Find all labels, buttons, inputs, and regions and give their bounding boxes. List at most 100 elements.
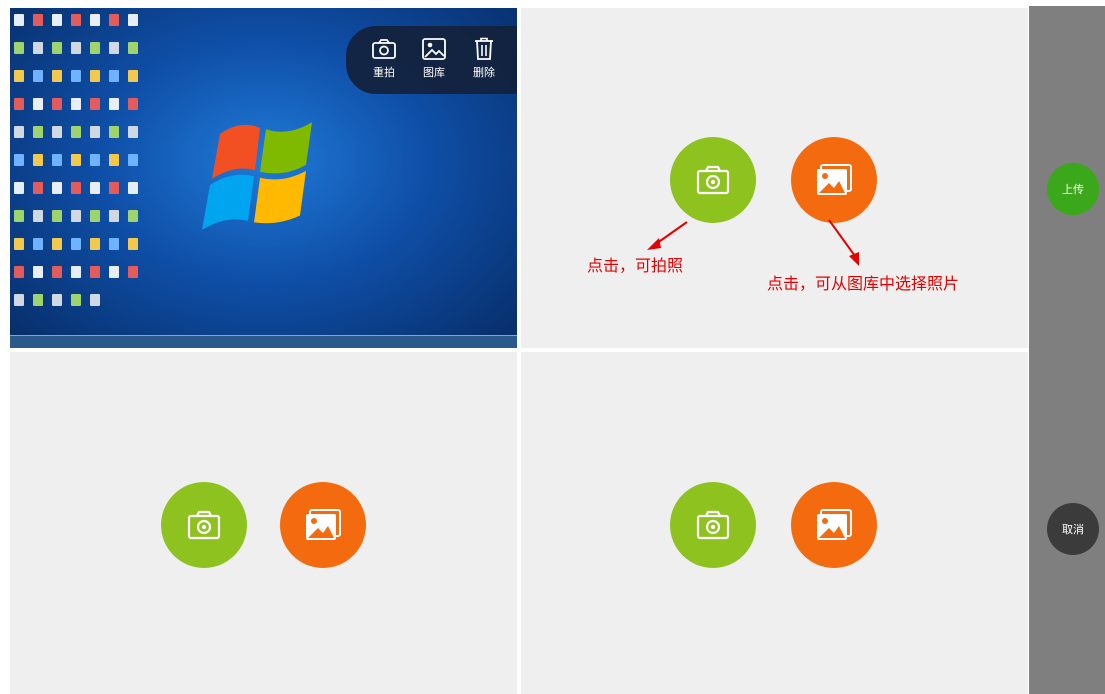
desktop-icon bbox=[109, 98, 119, 110]
desktop-icon bbox=[109, 238, 119, 250]
desktop-icon bbox=[33, 182, 43, 194]
desktop-icon bbox=[90, 266, 100, 278]
choose-from-gallery-button[interactable] bbox=[791, 482, 877, 568]
desktop-icon bbox=[128, 154, 138, 166]
desktop-icon bbox=[128, 210, 138, 222]
desktop-icon bbox=[71, 98, 81, 110]
desktop-icon bbox=[90, 14, 100, 26]
take-photo-button[interactable] bbox=[670, 137, 756, 223]
upload-button[interactable]: 上传 bbox=[1047, 163, 1099, 215]
desktop-icon bbox=[71, 210, 81, 222]
desktop-icon bbox=[33, 266, 43, 278]
desktop-icon bbox=[109, 14, 119, 26]
desktop-icon bbox=[128, 266, 138, 278]
photo-slot-3 bbox=[10, 352, 517, 694]
desktop-icon bbox=[52, 126, 62, 138]
desktop-icon bbox=[109, 266, 119, 278]
image-outline-icon bbox=[422, 38, 446, 60]
desktop-icon bbox=[128, 14, 138, 26]
image-icon bbox=[817, 164, 852, 195]
desktop-icon bbox=[33, 210, 43, 222]
desktop-icon bbox=[90, 42, 100, 54]
annotation-arrow-camera bbox=[647, 221, 688, 250]
desktop-icon bbox=[52, 182, 62, 194]
desktop-icon bbox=[14, 14, 24, 26]
choose-from-gallery-button[interactable] bbox=[791, 137, 877, 223]
desktop-icon bbox=[33, 238, 43, 250]
desktop-icon bbox=[90, 98, 100, 110]
desktop-icon bbox=[71, 126, 81, 138]
desktop-icon bbox=[71, 70, 81, 82]
photo-slot-1: 重拍 图库 删除 bbox=[10, 8, 517, 348]
desktop-icon bbox=[52, 154, 62, 166]
desktop-icon bbox=[52, 210, 62, 222]
take-photo-button[interactable] bbox=[670, 482, 756, 568]
camera-icon bbox=[696, 165, 730, 195]
desktop-icon bbox=[71, 182, 81, 194]
choose-from-gallery-button[interactable] bbox=[280, 482, 366, 568]
desktop-icon bbox=[14, 70, 24, 82]
desktop-icon bbox=[109, 210, 119, 222]
desktop-icon bbox=[90, 154, 100, 166]
desktop-icon bbox=[52, 42, 62, 54]
desktop-icon bbox=[71, 154, 81, 166]
gallery-tool-label: 图库 bbox=[423, 66, 445, 79]
camera-outline-icon bbox=[372, 39, 396, 59]
desktop-icon bbox=[90, 238, 100, 250]
desktop-icon bbox=[52, 70, 62, 82]
desktop-icon bbox=[109, 70, 119, 82]
gallery-hint-annotation: 点击，可从图库中选择照片 bbox=[767, 274, 960, 293]
desktop-icon bbox=[71, 42, 81, 54]
desktop-icon bbox=[52, 98, 62, 110]
desktop-icon bbox=[33, 294, 43, 306]
desktop-icon bbox=[52, 14, 62, 26]
image-icon bbox=[817, 509, 852, 540]
desktop-icon bbox=[52, 266, 62, 278]
gallery-tool-button[interactable]: 图库 bbox=[414, 36, 454, 80]
desktop-icon bbox=[14, 266, 24, 278]
desktop-icon bbox=[71, 294, 81, 306]
desktop-icon bbox=[90, 294, 100, 306]
trash-icon bbox=[475, 37, 493, 60]
desktop-icon bbox=[33, 126, 43, 138]
desktop-icon bbox=[14, 154, 24, 166]
desktop-icon bbox=[33, 70, 43, 82]
desktop-icon bbox=[14, 294, 24, 306]
camera-icon bbox=[696, 510, 730, 540]
retake-label: 重拍 bbox=[373, 66, 395, 79]
desktop-icon bbox=[128, 70, 138, 82]
desktop-icon bbox=[90, 126, 100, 138]
photo-slot-2: 点击，可拍照 点击，可从图库中选择照片 bbox=[521, 8, 1028, 348]
photo-preview-image[interactable]: 重拍 图库 删除 bbox=[10, 8, 517, 348]
windows-logo bbox=[202, 122, 312, 230]
cancel-button[interactable]: 取消 bbox=[1047, 503, 1099, 555]
retake-button[interactable]: 重拍 bbox=[364, 36, 404, 80]
desktop-icon bbox=[71, 14, 81, 26]
desktop-icon bbox=[128, 42, 138, 54]
desktop-icon bbox=[33, 154, 43, 166]
delete-button[interactable]: 删除 bbox=[464, 36, 504, 80]
desktop-icon bbox=[71, 266, 81, 278]
desktop-icon bbox=[128, 182, 138, 194]
desktop-icon bbox=[52, 294, 62, 306]
action-sidebar: 上传 取消 bbox=[1029, 6, 1105, 694]
desktop-icon bbox=[128, 126, 138, 138]
camera-icon bbox=[187, 510, 221, 540]
desktop-icon bbox=[33, 98, 43, 110]
photo-slot-4 bbox=[521, 352, 1028, 694]
taskbar bbox=[10, 335, 517, 348]
camera-hint-annotation: 点击，可拍照 bbox=[587, 256, 684, 275]
desktop-icon bbox=[33, 42, 43, 54]
desktop-icon bbox=[109, 154, 119, 166]
annotation-arrow-gallery bbox=[828, 219, 859, 266]
desktop-icon bbox=[14, 210, 24, 222]
desktop-icon bbox=[52, 238, 62, 250]
desktop-icon bbox=[14, 98, 24, 110]
take-photo-button[interactable] bbox=[161, 482, 247, 568]
desktop-icon bbox=[14, 238, 24, 250]
desktop-icon bbox=[71, 238, 81, 250]
desktop-icon bbox=[90, 70, 100, 82]
image-icon bbox=[306, 509, 341, 540]
delete-label: 删除 bbox=[473, 66, 495, 79]
desktop-icon bbox=[128, 98, 138, 110]
